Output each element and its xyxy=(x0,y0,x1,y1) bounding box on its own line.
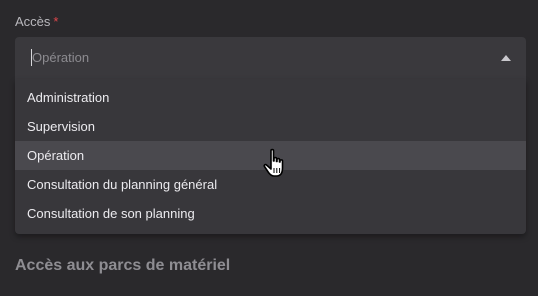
required-mark: * xyxy=(53,14,59,29)
option-supervision[interactable]: Supervision xyxy=(15,112,526,141)
field-label-text: Accès xyxy=(15,14,51,29)
field-label: Accès * xyxy=(15,14,58,30)
arrow-up-icon[interactable] xyxy=(501,55,511,61)
section-heading-parcs: Accès aux parcs de matériel xyxy=(15,257,231,274)
access-select[interactable]: Opération xyxy=(15,37,526,79)
access-select-placeholder[interactable]: Opération xyxy=(31,50,89,66)
hand-pointer-icon xyxy=(263,148,284,177)
option-administration[interactable]: Administration xyxy=(15,83,526,112)
option-consultation-son-planning[interactable]: Consultation de son planning xyxy=(15,199,526,228)
